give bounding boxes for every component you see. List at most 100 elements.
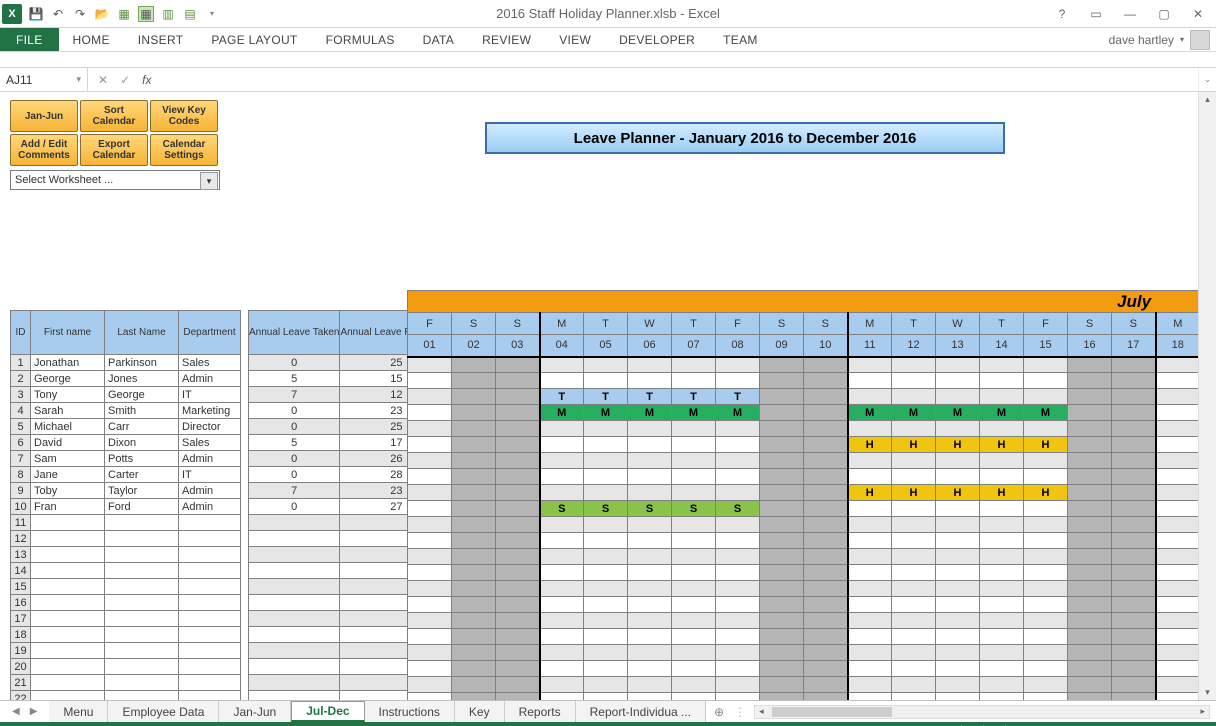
calendar-cell[interactable] — [1024, 661, 1068, 677]
calendar-cell[interactable] — [1156, 373, 1199, 389]
calendar-cell[interactable]: H — [1024, 485, 1068, 501]
calendar-cell[interactable] — [1068, 469, 1112, 485]
calendar-cell[interactable] — [452, 549, 496, 565]
save-icon[interactable]: 💾 — [28, 6, 44, 22]
calendar-cell[interactable] — [496, 469, 540, 485]
help-icon[interactable]: ? — [1050, 4, 1074, 24]
calendar-cell[interactable] — [408, 549, 452, 565]
cell-dept[interactable]: Director — [179, 419, 241, 435]
calendar-cell[interactable] — [892, 373, 936, 389]
calendar-cell[interactable] — [936, 629, 980, 645]
cell-first[interactable] — [31, 643, 105, 659]
calendar-cell[interactable]: M — [584, 405, 628, 421]
calendar-cell[interactable] — [936, 533, 980, 549]
cell-dept[interactable]: Admin — [179, 499, 241, 515]
cell-last[interactable] — [105, 531, 179, 547]
calendar-cell[interactable] — [408, 421, 452, 437]
cell-first[interactable]: Michael — [31, 419, 105, 435]
calendar-cell[interactable] — [540, 629, 584, 645]
cell-first[interactable]: Toby — [31, 483, 105, 499]
calendar-cell[interactable] — [1024, 565, 1068, 581]
cell-first[interactable] — [31, 547, 105, 563]
calendar-cell[interactable] — [1068, 693, 1112, 701]
tab-formulas[interactable]: FORMULAS — [312, 28, 409, 51]
calendar-cell[interactable] — [1024, 469, 1068, 485]
tab-file[interactable]: FILE — [0, 28, 59, 51]
calendar-cell[interactable] — [980, 661, 1024, 677]
cell-first[interactable]: Tony — [31, 387, 105, 403]
calendar-cell[interactable] — [540, 357, 584, 373]
calendar-cell[interactable] — [1112, 405, 1156, 421]
calendar-cell[interactable] — [892, 469, 936, 485]
cell-last[interactable] — [105, 627, 179, 643]
calendar-cell[interactable] — [760, 517, 804, 533]
calendar-cell[interactable] — [628, 453, 672, 469]
calendar-cell[interactable] — [452, 517, 496, 533]
calendar-cell[interactable] — [1156, 469, 1199, 485]
calendar-cell[interactable] — [408, 437, 452, 453]
calendar-cell[interactable] — [716, 373, 760, 389]
calendar-cell[interactable] — [848, 389, 892, 405]
calendar-cell[interactable] — [1024, 645, 1068, 661]
calendar-cell[interactable]: S — [716, 501, 760, 517]
calendar-cell[interactable] — [540, 677, 584, 693]
calendar-cell[interactable] — [1112, 549, 1156, 565]
qat-icon-4[interactable]: ▤ — [182, 6, 198, 22]
calendar-cell[interactable]: H — [848, 437, 892, 453]
row-id[interactable]: 22 — [11, 691, 31, 701]
calendar-cell[interactable] — [760, 693, 804, 701]
calendar-cell[interactable] — [760, 565, 804, 581]
cell-taken[interactable]: 0 — [249, 419, 340, 435]
calendar-cell[interactable] — [980, 629, 1024, 645]
calendar-cell[interactable] — [496, 389, 540, 405]
tab-team[interactable]: TEAM — [709, 28, 772, 51]
calendar-cell[interactable] — [584, 421, 628, 437]
calendar-cell[interactable] — [584, 357, 628, 373]
calendar-cell[interactable] — [760, 661, 804, 677]
calendar-cell[interactable] — [804, 565, 848, 581]
calendar-cell[interactable] — [1112, 437, 1156, 453]
calendar-cell[interactable] — [584, 661, 628, 677]
calendar-cell[interactable] — [628, 437, 672, 453]
cell-dept[interactable]: Sales — [179, 435, 241, 451]
calendar-cell[interactable] — [1112, 517, 1156, 533]
calendar-cell[interactable] — [496, 613, 540, 629]
calendar-cell[interactable] — [452, 629, 496, 645]
calendar-cell[interactable] — [892, 581, 936, 597]
row-id[interactable]: 17 — [11, 611, 31, 627]
calendar-cell[interactable]: M — [936, 405, 980, 421]
calendar-cell[interactable] — [1024, 373, 1068, 389]
calendar-cell[interactable] — [936, 597, 980, 613]
calendar-cell[interactable] — [760, 645, 804, 661]
calendar-cell[interactable] — [408, 389, 452, 405]
macro-button-sort-calendar[interactable]: Sort Calendar — [80, 100, 148, 132]
row-id[interactable]: 5 — [11, 419, 31, 435]
calendar-cell[interactable] — [1156, 629, 1199, 645]
calendar-cell[interactable] — [1112, 613, 1156, 629]
cell-first[interactable] — [31, 563, 105, 579]
calendar-cell[interactable] — [540, 581, 584, 597]
sheet-tab-instructions[interactable]: Instructions — [365, 701, 455, 722]
calendar-cell[interactable] — [452, 373, 496, 389]
row-id[interactable]: 13 — [11, 547, 31, 563]
calendar-cell[interactable] — [760, 533, 804, 549]
calendar-cell[interactable] — [1112, 565, 1156, 581]
cell-dept[interactable] — [179, 675, 241, 691]
calendar-cell[interactable] — [1024, 549, 1068, 565]
calendar-cell[interactable] — [848, 373, 892, 389]
calendar-cell[interactable] — [584, 565, 628, 581]
cell-last[interactable]: Potts — [105, 451, 179, 467]
calendar-cell[interactable] — [408, 501, 452, 517]
calendar-cell[interactable] — [408, 565, 452, 581]
calendar-cell[interactable] — [408, 533, 452, 549]
calendar-cell[interactable] — [540, 517, 584, 533]
calendar-cell[interactable]: T — [628, 389, 672, 405]
calendar-cell[interactable] — [980, 357, 1024, 373]
calendar-cell[interactable] — [1156, 389, 1199, 405]
calendar-cell[interactable] — [1068, 613, 1112, 629]
cell-taken[interactable]: 5 — [249, 371, 340, 387]
calendar-cell[interactable] — [584, 469, 628, 485]
calendar-cell[interactable] — [1024, 613, 1068, 629]
cell-last[interactable] — [105, 579, 179, 595]
calendar-cell[interactable] — [848, 581, 892, 597]
